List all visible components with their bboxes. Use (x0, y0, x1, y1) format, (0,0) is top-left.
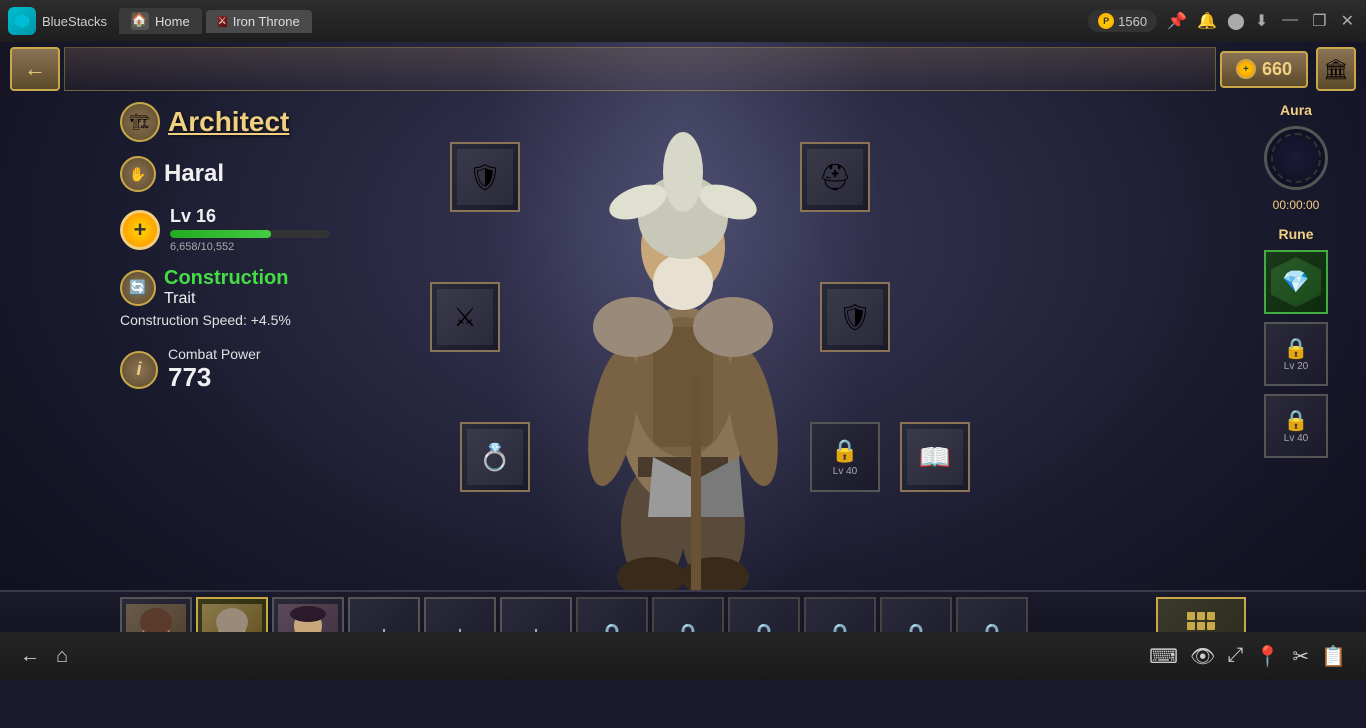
restore-btn[interactable]: ❐ (1308, 11, 1330, 31)
combat-power-info: Combat Power 773 (168, 346, 261, 393)
taskbar-home-btn[interactable]: ⌂ (56, 645, 68, 668)
taskbar-cut-btn[interactable]: ✂ (1292, 644, 1309, 669)
aura-slot[interactable] (1264, 126, 1328, 190)
bluestacks-icon (8, 7, 36, 35)
xp-bar (170, 230, 271, 238)
pin-icon[interactable]: 📌 (1167, 11, 1187, 31)
close-btn[interactable]: ✕ (1337, 11, 1358, 31)
trait-icon: 🔄 (120, 270, 156, 306)
header-divider (64, 47, 1216, 91)
combat-power-row: i Combat Power 773 (120, 346, 400, 393)
taskbar-right: ⌨ 👁 ⤢ 📍 ✂ 📋 (1149, 644, 1346, 669)
window-controls: — ❐ ✕ (1278, 11, 1358, 31)
combat-power-value: 773 (168, 362, 261, 393)
equip-slot-chest[interactable]: 🛡 (450, 142, 520, 212)
camera-icon[interactable]: ⬤ (1227, 11, 1245, 31)
hero-name-icon: ✋ (120, 156, 156, 192)
titlebar: BlueStacks 🏠 Home ⚔ Iron Throne P 1560 📌… (0, 0, 1366, 42)
lock-level-1: Lv 40 (833, 466, 857, 477)
bank-button[interactable]: 🏛 (1316, 47, 1356, 91)
aura-label: Aura (1280, 102, 1312, 118)
rune-lock-icon-1: 🔒 (1284, 336, 1309, 361)
rune-lock-level-2: Lv 40 (1284, 433, 1308, 444)
home-tab-label: Home (155, 14, 190, 29)
equip-slot-skill[interactable]: 📖 (900, 422, 970, 492)
trait-row: 🔄 Construction Trait (120, 267, 400, 308)
taskbar-paste-btn[interactable]: 📋 (1321, 644, 1346, 669)
right-panel: Aura 00:00:00 Rune 💎 🔒 Lv 20 🔒 Lv 40 (1246, 102, 1346, 458)
back-button[interactable]: ← (10, 47, 60, 91)
game-area: ← + 660 🏛 (0, 42, 1366, 680)
titlebar-right: P 1560 📌 🔔 ⬤ ⬇ — ❐ ✕ (1088, 10, 1358, 32)
info-icon[interactable]: i (120, 351, 158, 389)
rune-slot-1[interactable]: 💎 (1264, 250, 1328, 314)
aura-inner (1271, 133, 1321, 183)
rune-slot-2-locked[interactable]: 🔒 Lv 20 (1264, 322, 1328, 386)
home-tab-icon: 🏠 (131, 12, 149, 30)
architect-icon: 🏗 (120, 102, 160, 142)
bluestacks-name: BlueStacks (42, 14, 107, 29)
hero-title-text: Architect (168, 106, 289, 138)
bluestacks-logo: BlueStacks (8, 7, 107, 35)
trait-description: Construction Speed: +4.5% (120, 312, 400, 328)
level-up-button[interactable]: + (120, 210, 160, 250)
equip-slot-weapon[interactable]: ⚔ (430, 282, 500, 352)
hero-title-row: 🏗 Architect (120, 102, 400, 142)
hero-name-row: ✋ Haral (120, 156, 400, 192)
equip-slot-locked-1[interactable]: 🔒 Lv 40 (810, 422, 880, 492)
trait-info: Construction Trait (164, 267, 288, 308)
hero-svg (543, 87, 823, 597)
home-tab[interactable]: 🏠 Home (119, 8, 202, 34)
offhand-item: 🛡 (827, 289, 883, 345)
hero-name: Haral (164, 160, 224, 188)
hero-level-row: + Lv 16 6,658/10,552 (120, 206, 400, 253)
coins-display: P 1560 (1088, 10, 1157, 32)
game-header: ← + 660 🏛 (0, 42, 1366, 96)
taskbar: ← ⌂ ⌨ 👁 ⤢ 📍 ✂ 📋 (0, 632, 1366, 680)
rune-gem: 💎 (1271, 257, 1321, 307)
game-tab-label: Iron Throne (233, 14, 300, 29)
left-panel: 🏗 Architect ✋ Haral + Lv 16 6,658/10,552… (120, 102, 400, 393)
game-tab[interactable]: ⚔ Iron Throne (206, 10, 312, 33)
bell-icon[interactable]: 🔔 (1197, 11, 1217, 31)
taskbar-view-btn[interactable]: 👁 (1190, 644, 1215, 669)
gold-display: + 660 (1220, 51, 1308, 88)
taskbar-back-btn[interactable]: ← (20, 645, 40, 668)
trait-name: Construction (164, 267, 288, 289)
xp-bar-container (170, 230, 330, 238)
rune-slot-3-locked[interactable]: 🔒 Lv 40 (1264, 394, 1328, 458)
rune-lock-level-1: Lv 20 (1284, 361, 1308, 372)
level-info: Lv 16 6,658/10,552 (170, 206, 330, 253)
taskbar-keyboard-btn[interactable]: ⌨ (1149, 644, 1178, 669)
gold-plus-icon[interactable]: + (1236, 59, 1256, 79)
equip-slot-offhand[interactable]: 🛡 (820, 282, 890, 352)
xp-text: 6,658/10,552 (170, 241, 330, 253)
game-tab-icon: ⚔ (218, 16, 227, 27)
minimize-btn[interactable]: — (1278, 11, 1302, 31)
taskbar-location-btn[interactable]: 📍 (1255, 644, 1280, 669)
rune-label: Rune (1279, 226, 1314, 242)
ring-item: 💍 (467, 429, 523, 485)
gold-amount: 660 (1262, 59, 1292, 80)
level-text: Lv 16 (170, 206, 330, 227)
download-icon[interactable]: ⬇ (1255, 11, 1268, 31)
trait-sub: Trait (164, 290, 195, 307)
helm-item: ⛑ (807, 149, 863, 205)
chest-item: 🛡 (457, 149, 513, 205)
coins-amount: 1560 (1118, 14, 1147, 29)
aura-timer: 00:00:00 (1273, 198, 1320, 212)
lock-icon-1: 🔒 (831, 438, 858, 464)
combat-power-label: Combat Power (168, 346, 261, 362)
skill-item: 📖 (907, 429, 963, 485)
coin-icon: P (1098, 13, 1114, 29)
equip-slot-helm[interactable]: ⛑ (800, 142, 870, 212)
weapon-item: ⚔ (437, 289, 493, 345)
equip-slot-ring[interactable]: 💍 (460, 422, 530, 492)
rune-lock-icon-2: 🔒 (1284, 408, 1309, 433)
taskbar-fullscreen-btn[interactable]: ⤢ (1227, 644, 1243, 669)
